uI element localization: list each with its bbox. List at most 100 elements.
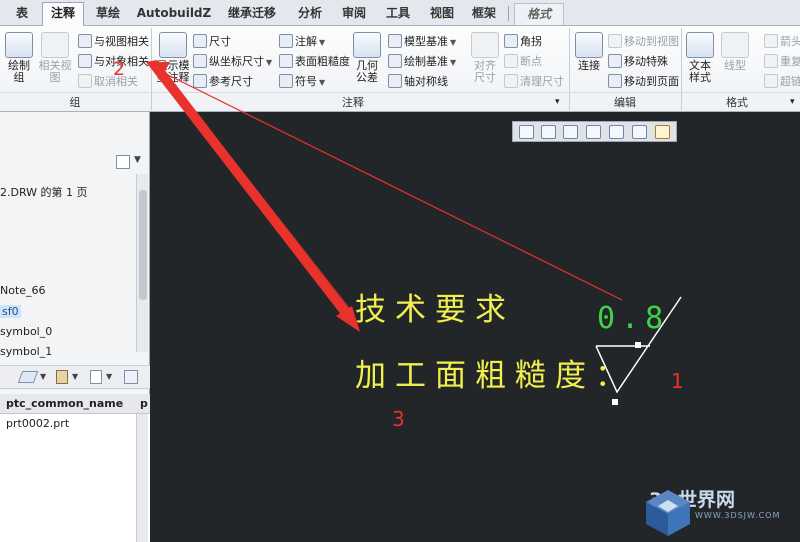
tools-icon[interactable]	[56, 370, 68, 384]
annotation-display-icon[interactable]	[655, 125, 670, 139]
surface-finish-button[interactable]: 表面粗糙度	[279, 53, 350, 71]
show-model-annotations-button[interactable]: 显示模 型注释	[155, 32, 191, 84]
chevron-down-icon[interactable]: ▼	[106, 372, 112, 381]
geometric-tolerance-button[interactable]: 几何 公差	[351, 32, 383, 84]
draw-group-button[interactable]: 绘制 组	[4, 32, 34, 84]
ordinate-dimension-button[interactable]: 纵坐标尺寸 ▼	[193, 53, 272, 71]
tab-view[interactable]: 视图	[422, 3, 462, 25]
repaint-icon[interactable]	[586, 125, 601, 139]
saved-orientations-icon[interactable]	[632, 125, 647, 139]
corner-button[interactable]: 角拐	[504, 33, 542, 51]
zoom-in-icon[interactable]	[541, 125, 556, 139]
tree-scrollbar[interactable]	[136, 174, 148, 352]
relate-view-label: 相关视 图	[38, 59, 72, 84]
dimension-icon	[193, 34, 207, 48]
relate-to-view-button[interactable]: 与视图相关	[78, 33, 149, 51]
symbol-button[interactable]: 符号 ▼	[279, 73, 325, 91]
cancel-relate-button[interactable]: 取消相关	[78, 73, 138, 91]
draw-group-icon	[5, 32, 33, 58]
machined-surface-roughness-note[interactable]: 加工面粗糙度：	[355, 358, 635, 394]
tab-review[interactable]: 审阅	[334, 3, 374, 25]
note-button[interactable]: 注解 ▼	[279, 33, 325, 51]
chevron-down-icon[interactable]: ▼	[40, 372, 46, 381]
tab-table[interactable]: 表	[4, 3, 40, 25]
graphics-toolbar	[512, 121, 677, 142]
display-style-icon[interactable]	[609, 125, 624, 139]
draw-datum-button[interactable]: 绘制基准 ▼	[388, 53, 456, 71]
group-zu-label: 组	[69, 96, 81, 109]
column-header[interactable]: ptc_common_name	[6, 397, 123, 410]
tree-item-selected[interactable]: sf0	[0, 305, 21, 318]
tab-format[interactable]: 格式	[514, 3, 564, 25]
roughness-value[interactable]: 0.8	[597, 302, 669, 336]
note-label: 注解	[295, 35, 317, 48]
move-special-icon	[608, 54, 622, 68]
chevron-down-icon[interactable]: ▼	[450, 58, 456, 67]
relate-view-icon	[41, 32, 69, 58]
tab-autobuildz[interactable]: AutobuildZ	[132, 3, 216, 25]
relate-to-view-label: 与视图相关	[94, 35, 149, 48]
dimension-button[interactable]: 尺寸	[193, 33, 231, 51]
tab-inheritance-migration[interactable]: 继承迁移	[218, 3, 286, 25]
chevron-down-icon[interactable]: ▼	[319, 38, 325, 47]
tab-framework[interactable]: 框架	[464, 3, 504, 25]
chevron-down-icon[interactable]: ▼	[134, 155, 141, 165]
move-to-page-button[interactable]: 移动到页面	[608, 73, 679, 91]
column-header-row: ptc_common_name p	[0, 394, 150, 414]
move-to-view-icon	[608, 34, 622, 48]
show-model-annotations-icon	[159, 32, 187, 58]
column-header[interactable]: p	[140, 397, 148, 410]
list-icon[interactable]	[90, 370, 102, 384]
relate-to-view-icon	[78, 34, 92, 48]
tech-requirements-title[interactable]: 技术要求	[355, 292, 515, 328]
align-dimension-button[interactable]: 对齐 尺寸	[470, 32, 500, 84]
tab-annotate[interactable]: 注释	[42, 2, 84, 26]
tree-item[interactable]: symbol_0	[0, 325, 52, 338]
chevron-down-icon[interactable]: ▼	[450, 38, 456, 47]
tree-settings-icon[interactable]	[116, 155, 130, 169]
eraser-icon[interactable]	[17, 371, 39, 383]
arrow-button[interactable]: 箭头	[764, 33, 800, 51]
arrow-icon	[764, 34, 778, 48]
model-datum-button[interactable]: 模型基准 ▼	[388, 33, 456, 51]
repeat-button[interactable]: 重复	[764, 53, 800, 71]
group-format-expand-icon[interactable]: ▾	[790, 93, 795, 111]
clean-dimension-button[interactable]: 清理尺寸	[504, 73, 564, 91]
tab-analysis[interactable]: 分析	[288, 3, 332, 25]
chevron-down-icon[interactable]: ▼	[319, 78, 325, 87]
model-datum-label: 模型基准	[404, 35, 448, 48]
zoom-out-icon[interactable]	[563, 125, 578, 139]
filter-icon[interactable]	[124, 370, 138, 384]
zoom-fit-icon[interactable]	[519, 125, 534, 139]
break-point-button[interactable]: 断点	[504, 53, 542, 71]
reference-dimension-button[interactable]: 参考尺寸	[193, 73, 253, 91]
tab-tools[interactable]: 工具	[376, 3, 420, 25]
tab-sketch[interactable]: 草绘	[86, 3, 130, 25]
move-to-view-button[interactable]: 移动到视图	[608, 33, 679, 51]
line-style-button[interactable]: 线型	[720, 32, 750, 72]
connect-button[interactable]: 连接	[573, 32, 605, 72]
list-item[interactable]: prt0002.prt	[6, 417, 69, 430]
drawing-canvas[interactable]: 技术要求 加工面粗糙度： 0.8 1 3 3D世界网 WWW.3DSJW.COM	[150, 112, 800, 542]
group-annotation-expand-icon[interactable]: ▾	[555, 93, 560, 111]
hyperlink-button[interactable]: 超链	[764, 73, 800, 91]
scrollbar-thumb[interactable]	[139, 190, 147, 300]
geometric-tolerance-label: 几何 公差	[356, 59, 378, 84]
chevron-down-icon[interactable]: ▼	[266, 58, 272, 67]
callout-label-3: 3	[392, 407, 405, 431]
chevron-down-icon[interactable]: ▼	[72, 372, 78, 381]
reference-dimension-icon	[193, 74, 207, 88]
tree-item[interactable]: Note_66	[0, 284, 46, 297]
line-style-icon	[721, 32, 749, 58]
relate-view-button[interactable]: 相关视 图	[38, 32, 72, 84]
break-point-icon	[504, 54, 518, 68]
tree-item[interactable]: symbol_1	[0, 345, 52, 358]
move-special-button[interactable]: 移动特殊	[608, 53, 668, 71]
break-point-label: 断点	[520, 55, 542, 68]
draw-datum-icon	[388, 54, 402, 68]
list-scrollbar[interactable]	[136, 414, 148, 542]
axis-symmetry-button[interactable]: 轴对称线	[388, 73, 448, 91]
align-dimension-icon	[471, 32, 499, 58]
note-icon	[279, 34, 293, 48]
text-style-button[interactable]: 文本 样式	[684, 32, 716, 84]
